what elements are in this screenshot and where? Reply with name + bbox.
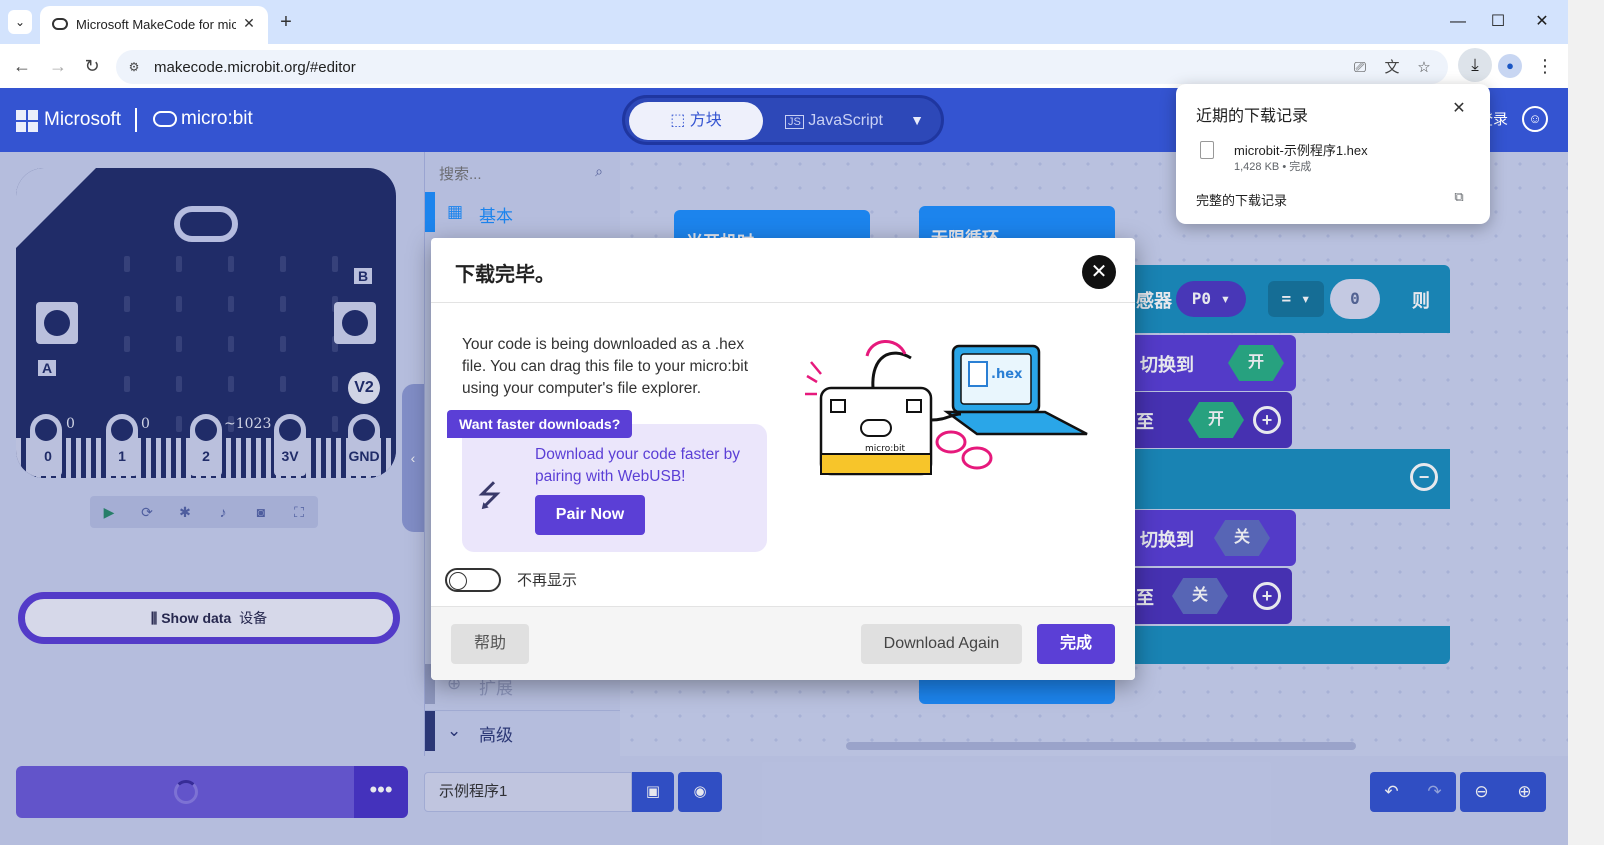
downloads-icon[interactable]: ⤓ bbox=[1458, 48, 1492, 82]
dialog-footer: 帮助 Download Again 完成 bbox=[431, 606, 1135, 680]
browser-menu-icon[interactable]: ⋮ bbox=[1536, 54, 1554, 78]
recent-downloads-panel: 近期的下载记录 ✕ microbit-示例程序1.hex 1,428 KB • … bbox=[1176, 84, 1490, 224]
site-info-icon[interactable]: ⚙ bbox=[126, 59, 142, 75]
illustration-hex-label: .hex bbox=[991, 367, 1023, 382]
blocks-mode-button[interactable]: ⬚ 方块 bbox=[629, 102, 763, 140]
file-icon bbox=[1200, 141, 1214, 159]
microbit-brand[interactable]: micro:bit bbox=[181, 108, 253, 130]
profile-avatar-icon[interactable]: ● bbox=[1498, 54, 1522, 78]
makecode-favicon-icon bbox=[52, 18, 68, 30]
microsoft-logo-icon[interactable] bbox=[16, 110, 38, 132]
javascript-mode-label: JavaScript bbox=[808, 112, 883, 129]
browser-tab-bar: ⌄ Microsoft MakeCode for micro:bit ✕ + —… bbox=[0, 0, 1568, 44]
tab-close-icon[interactable]: ✕ bbox=[240, 14, 258, 32]
javascript-mode-button[interactable]: JS JavaScript bbox=[785, 102, 895, 140]
dialog-divider bbox=[431, 302, 1135, 303]
browser-toolbar: ← → ↻ ⚙ makecode.microbit.org/#editor ⎚ … bbox=[0, 44, 1568, 88]
translate-icon[interactable]: 文 bbox=[1382, 58, 1402, 78]
close-icon[interactable]: ✕ bbox=[1082, 255, 1116, 289]
usb-icon: ⭍ bbox=[477, 480, 502, 513]
full-download-history-link[interactable]: 完整的下载记录 bbox=[1196, 190, 1287, 209]
close-window-button[interactable]: ✕ bbox=[1532, 12, 1552, 32]
close-icon[interactable]: ✕ bbox=[1450, 100, 1468, 118]
bookmark-star-icon[interactable]: ☆ bbox=[1414, 58, 1434, 78]
microsoft-brand[interactable]: Microsoft bbox=[44, 109, 121, 131]
page-scrollbar[interactable] bbox=[1568, 0, 1604, 845]
reload-icon[interactable]: ↻ bbox=[80, 54, 104, 78]
downloads-panel-title: 近期的下载记录 bbox=[1196, 108, 1309, 125]
tab-search-chevron-icon[interactable]: ⌄ bbox=[8, 10, 32, 34]
illustration-board-label: micro:bit bbox=[865, 444, 905, 454]
address-bar[interactable]: ⚙ makecode.microbit.org/#editor ⎚ 文 ☆ bbox=[116, 50, 1448, 84]
help-button[interactable]: 帮助 bbox=[451, 624, 529, 664]
language-dropdown-chevron-icon[interactable]: ▼ bbox=[905, 108, 929, 132]
download-again-button[interactable]: Download Again bbox=[861, 624, 1022, 664]
puzzle-piece-icon: ⬚ bbox=[670, 112, 690, 129]
open-external-icon[interactable]: ⧉ bbox=[1450, 189, 1468, 207]
download-complete-dialog: 下载完毕。 ✕ Your code is being downloaded as… bbox=[431, 238, 1135, 680]
browser-tab[interactable]: Microsoft MakeCode for micro:bit ✕ bbox=[40, 6, 268, 44]
install-app-icon[interactable]: ⎚ bbox=[1350, 58, 1370, 78]
header-divider bbox=[135, 108, 137, 132]
dont-show-again-label: 不再显示 bbox=[517, 572, 578, 589]
tab-title: Microsoft MakeCode for micro:bit bbox=[76, 17, 236, 32]
done-button[interactable]: 完成 bbox=[1037, 624, 1115, 664]
forward-arrow-icon[interactable]: → bbox=[46, 54, 70, 78]
promo-text: Download your code faster by pairing wit… bbox=[535, 446, 741, 485]
editor-mode-switch: ⬚ 方块 JS JavaScript ▼ bbox=[622, 95, 944, 145]
download-illustration: micro:bit .hex bbox=[805, 340, 1088, 476]
back-arrow-icon[interactable]: ← bbox=[10, 54, 34, 78]
url-text[interactable]: makecode.microbit.org/#editor bbox=[154, 59, 356, 76]
download-file-name[interactable]: microbit-示例程序1.hex bbox=[1234, 140, 1368, 159]
dont-show-again-toggle[interactable] bbox=[445, 568, 501, 592]
js-file-icon: JS bbox=[785, 115, 804, 129]
dialog-title: 下载完毕。 bbox=[455, 264, 555, 286]
new-tab-button[interactable]: + bbox=[276, 11, 296, 33]
minimize-button[interactable]: — bbox=[1448, 12, 1468, 32]
faster-downloads-badge: Want faster downloads? bbox=[447, 410, 633, 438]
microbit-logo-icon bbox=[153, 111, 177, 127]
pair-now-button[interactable]: Pair Now bbox=[535, 495, 645, 535]
dialog-body-text: Your code is being downloaded as a .hex … bbox=[462, 336, 749, 397]
maximize-button[interactable]: ☐ bbox=[1488, 12, 1508, 32]
user-account-icon[interactable]: ☺ bbox=[1522, 106, 1548, 132]
blocks-mode-label: 方块 bbox=[689, 112, 722, 129]
download-file-meta: 1,428 KB • 完成 bbox=[1234, 161, 1312, 173]
